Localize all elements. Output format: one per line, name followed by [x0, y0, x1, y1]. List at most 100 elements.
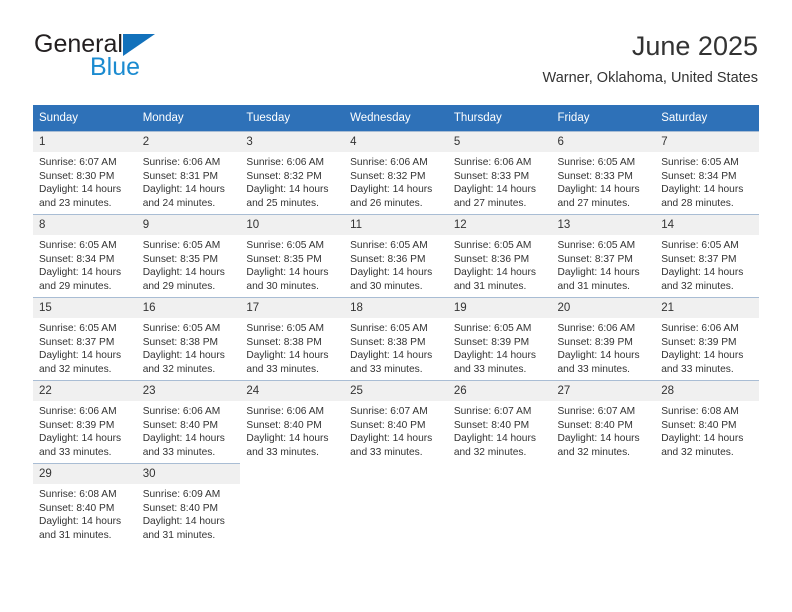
calendar-week-row: 1 Sunrise: 6:07 AM Sunset: 8:30 PM Dayli…	[33, 131, 759, 214]
day-info: Sunrise: 6:06 AM Sunset: 8:39 PM Dayligh…	[33, 401, 137, 459]
day-number	[448, 463, 552, 483]
calendar-cell[interactable]: 6 Sunrise: 6:05 AM Sunset: 8:33 PM Dayli…	[551, 131, 656, 214]
calendar-cell[interactable]: 29 Sunrise: 6:08 AM Sunset: 8:40 PM Dayl…	[33, 463, 137, 546]
day-cell-3[interactable]: 3 Sunrise: 6:06 AM Sunset: 8:32 PM Dayli…	[240, 131, 345, 214]
daylight-text-line2: and 31 minutes.	[39, 529, 112, 541]
day-cell-29[interactable]: 29 Sunrise: 6:08 AM Sunset: 8:40 PM Dayl…	[33, 463, 137, 546]
day-cell-26[interactable]: 26 Sunrise: 6:07 AM Sunset: 8:40 PM Dayl…	[447, 380, 552, 463]
calendar-cell[interactable]: 22 Sunrise: 6:06 AM Sunset: 8:39 PM Dayl…	[33, 380, 137, 463]
day-number: 19	[447, 298, 552, 318]
daylight-text-line2: and 32 minutes.	[661, 446, 734, 458]
sunrise-text: Sunrise: 6:06 AM	[142, 406, 221, 417]
day-cell-2[interactable]: 2 Sunrise: 6:06 AM Sunset: 8:31 PM Dayli…	[136, 131, 241, 214]
day-cell-22[interactable]: 22 Sunrise: 6:06 AM Sunset: 8:39 PM Dayl…	[33, 380, 137, 463]
daylight-text-line1: Daylight: 14 hours	[661, 184, 744, 196]
day-cell-21[interactable]: 21 Sunrise: 6:06 AM Sunset: 8:39 PM Dayl…	[655, 297, 759, 380]
day-cell-6[interactable]: 6 Sunrise: 6:05 AM Sunset: 8:33 PM Dayli…	[551, 131, 656, 214]
day-cell-16[interactable]: 16 Sunrise: 6:05 AM Sunset: 8:38 PM Dayl…	[136, 297, 241, 380]
day-info: Sunrise: 6:05 AM Sunset: 8:35 PM Dayligh…	[240, 235, 344, 293]
day-number	[240, 463, 344, 483]
day-number: 5	[447, 132, 552, 152]
calendar-cell[interactable]: 13 Sunrise: 6:05 AM Sunset: 8:37 PM Dayl…	[551, 214, 656, 297]
calendar-cell[interactable]: 28 Sunrise: 6:08 AM Sunset: 8:40 PM Dayl…	[655, 380, 759, 463]
calendar-cell[interactable]: 12 Sunrise: 6:05 AM Sunset: 8:36 PM Dayl…	[447, 214, 552, 297]
day-info: Sunrise: 6:06 AM Sunset: 8:32 PM Dayligh…	[344, 152, 448, 210]
day-cell-5[interactable]: 5 Sunrise: 6:06 AM Sunset: 8:33 PM Dayli…	[447, 131, 552, 214]
calendar-cell[interactable]: 9 Sunrise: 6:05 AM Sunset: 8:35 PM Dayli…	[136, 214, 241, 297]
calendar-cell[interactable]: 18 Sunrise: 6:05 AM Sunset: 8:38 PM Dayl…	[344, 297, 448, 380]
day-cell-13[interactable]: 13 Sunrise: 6:05 AM Sunset: 8:37 PM Dayl…	[551, 214, 656, 297]
day-number: 15	[33, 298, 137, 318]
daylight-text-line1: Daylight: 14 hours	[661, 350, 744, 362]
day-cell-18[interactable]: 18 Sunrise: 6:05 AM Sunset: 8:38 PM Dayl…	[344, 297, 448, 380]
calendar-cell[interactable]: 11 Sunrise: 6:05 AM Sunset: 8:36 PM Dayl…	[344, 214, 448, 297]
calendar-cell[interactable]: 8 Sunrise: 6:05 AM Sunset: 8:34 PM Dayli…	[33, 214, 137, 297]
calendar-cell[interactable]: 24 Sunrise: 6:06 AM Sunset: 8:40 PM Dayl…	[240, 380, 345, 463]
day-info: Sunrise: 6:05 AM Sunset: 8:35 PM Dayligh…	[137, 235, 241, 293]
calendar-cell[interactable]: 4 Sunrise: 6:06 AM Sunset: 8:32 PM Dayli…	[344, 131, 448, 214]
weekday-header-tuesday: Tuesday	[240, 105, 345, 131]
sunrise-text: Sunrise: 6:05 AM	[350, 240, 428, 251]
calendar-cell[interactable]: 21 Sunrise: 6:06 AM Sunset: 8:39 PM Dayl…	[655, 297, 759, 380]
calendar-cell[interactable]: 2 Sunrise: 6:06 AM Sunset: 8:31 PM Dayli…	[136, 131, 241, 214]
day-cell-11[interactable]: 11 Sunrise: 6:05 AM Sunset: 8:36 PM Dayl…	[344, 214, 448, 297]
calendar-cell[interactable]: 25 Sunrise: 6:07 AM Sunset: 8:40 PM Dayl…	[344, 380, 448, 463]
calendar-cell[interactable]: 23 Sunrise: 6:06 AM Sunset: 8:40 PM Dayl…	[136, 380, 241, 463]
day-cell-4[interactable]: 4 Sunrise: 6:06 AM Sunset: 8:32 PM Dayli…	[344, 131, 448, 214]
day-cell-24[interactable]: 24 Sunrise: 6:06 AM Sunset: 8:40 PM Dayl…	[240, 380, 345, 463]
day-cell-23[interactable]: 23 Sunrise: 6:06 AM Sunset: 8:40 PM Dayl…	[136, 380, 241, 463]
day-info: Sunrise: 6:06 AM Sunset: 8:32 PM Dayligh…	[240, 152, 344, 210]
sunset-text: Sunset: 8:30 PM	[39, 170, 115, 182]
day-cell-27[interactable]: 27 Sunrise: 6:07 AM Sunset: 8:40 PM Dayl…	[551, 380, 656, 463]
sunrise-text: Sunrise: 6:05 AM	[557, 240, 636, 251]
day-info: Sunrise: 6:05 AM Sunset: 8:39 PM Dayligh…	[448, 318, 552, 376]
sunset-text: Sunset: 8:40 PM	[142, 419, 219, 431]
day-cell-25[interactable]: 25 Sunrise: 6:07 AM Sunset: 8:40 PM Dayl…	[344, 380, 448, 463]
calendar-cell[interactable]: 30 Sunrise: 6:09 AM Sunset: 8:40 PM Dayl…	[136, 463, 241, 546]
calendar-cell[interactable]: 19 Sunrise: 6:05 AM Sunset: 8:39 PM Dayl…	[447, 297, 552, 380]
day-cell-8[interactable]: 8 Sunrise: 6:05 AM Sunset: 8:34 PM Dayli…	[33, 214, 137, 297]
daylight-text-line1: Daylight: 14 hours	[557, 267, 640, 279]
day-cell-10[interactable]: 10 Sunrise: 6:05 AM Sunset: 8:35 PM Dayl…	[240, 214, 345, 297]
calendar-cell[interactable]: 16 Sunrise: 6:05 AM Sunset: 8:38 PM Dayl…	[136, 297, 241, 380]
day-number: 4	[344, 132, 448, 152]
calendar-cell[interactable]: 1 Sunrise: 6:07 AM Sunset: 8:30 PM Dayli…	[33, 131, 137, 214]
sunset-text: Sunset: 8:36 PM	[350, 253, 426, 265]
general-blue-logo[interactable]: General Blue	[34, 32, 274, 88]
day-cell-9[interactable]: 9 Sunrise: 6:05 AM Sunset: 8:35 PM Dayli…	[136, 214, 241, 297]
calendar-cell[interactable]: 15 Sunrise: 6:05 AM Sunset: 8:37 PM Dayl…	[33, 297, 137, 380]
day-cell-30[interactable]: 30 Sunrise: 6:09 AM Sunset: 8:40 PM Dayl…	[136, 463, 241, 546]
day-cell-12[interactable]: 12 Sunrise: 6:05 AM Sunset: 8:36 PM Dayl…	[447, 214, 552, 297]
daylight-text-line1: Daylight: 14 hours	[453, 267, 536, 279]
daylight-text-line2: and 27 minutes.	[557, 197, 631, 209]
calendar-cell[interactable]: 10 Sunrise: 6:05 AM Sunset: 8:35 PM Dayl…	[240, 214, 345, 297]
daylight-text-line2: and 31 minutes.	[142, 529, 216, 541]
calendar-cell[interactable]: 27 Sunrise: 6:07 AM Sunset: 8:40 PM Dayl…	[551, 380, 656, 463]
day-cell-28[interactable]: 28 Sunrise: 6:08 AM Sunset: 8:40 PM Dayl…	[655, 380, 759, 463]
calendar-cell[interactable]: 14 Sunrise: 6:05 AM Sunset: 8:37 PM Dayl…	[655, 214, 759, 297]
sunrise-text: Sunrise: 6:06 AM	[246, 406, 324, 417]
day-cell-15[interactable]: 15 Sunrise: 6:05 AM Sunset: 8:37 PM Dayl…	[33, 297, 137, 380]
day-number: 23	[136, 381, 241, 401]
calendar-cell[interactable]: 20 Sunrise: 6:06 AM Sunset: 8:39 PM Dayl…	[551, 297, 656, 380]
calendar-cell[interactable]: 3 Sunrise: 6:06 AM Sunset: 8:32 PM Dayli…	[240, 131, 345, 214]
calendar-cell[interactable]: 5 Sunrise: 6:06 AM Sunset: 8:33 PM Dayli…	[447, 131, 552, 214]
day-info: Sunrise: 6:05 AM Sunset: 8:33 PM Dayligh…	[552, 152, 656, 210]
day-info: Sunrise: 6:07 AM Sunset: 8:40 PM Dayligh…	[344, 401, 448, 459]
day-cell-blank	[552, 463, 656, 546]
calendar-cell[interactable]: 7 Sunrise: 6:05 AM Sunset: 8:34 PM Dayli…	[655, 131, 759, 214]
day-number: 8	[33, 215, 137, 235]
calendar-cell[interactable]: 17 Sunrise: 6:05 AM Sunset: 8:38 PM Dayl…	[240, 297, 345, 380]
day-cell-19[interactable]: 19 Sunrise: 6:05 AM Sunset: 8:39 PM Dayl…	[447, 297, 552, 380]
sunrise-text: Sunrise: 6:05 AM	[246, 240, 324, 251]
daylight-text-line2: and 33 minutes.	[246, 363, 319, 375]
calendar-cell[interactable]: 26 Sunrise: 6:07 AM Sunset: 8:40 PM Dayl…	[447, 380, 552, 463]
daylight-text-line1: Daylight: 14 hours	[246, 184, 329, 196]
daylight-text-line1: Daylight: 14 hours	[557, 184, 640, 196]
day-cell-17[interactable]: 17 Sunrise: 6:05 AM Sunset: 8:38 PM Dayl…	[240, 297, 345, 380]
sunset-text: Sunset: 8:31 PM	[142, 170, 219, 182]
day-cell-1[interactable]: 1 Sunrise: 6:07 AM Sunset: 8:30 PM Dayli…	[33, 131, 137, 214]
day-cell-20[interactable]: 20 Sunrise: 6:06 AM Sunset: 8:39 PM Dayl…	[551, 297, 656, 380]
day-cell-14[interactable]: 14 Sunrise: 6:05 AM Sunset: 8:37 PM Dayl…	[655, 214, 759, 297]
day-cell-7[interactable]: 7 Sunrise: 6:05 AM Sunset: 8:34 PM Dayli…	[655, 131, 759, 214]
